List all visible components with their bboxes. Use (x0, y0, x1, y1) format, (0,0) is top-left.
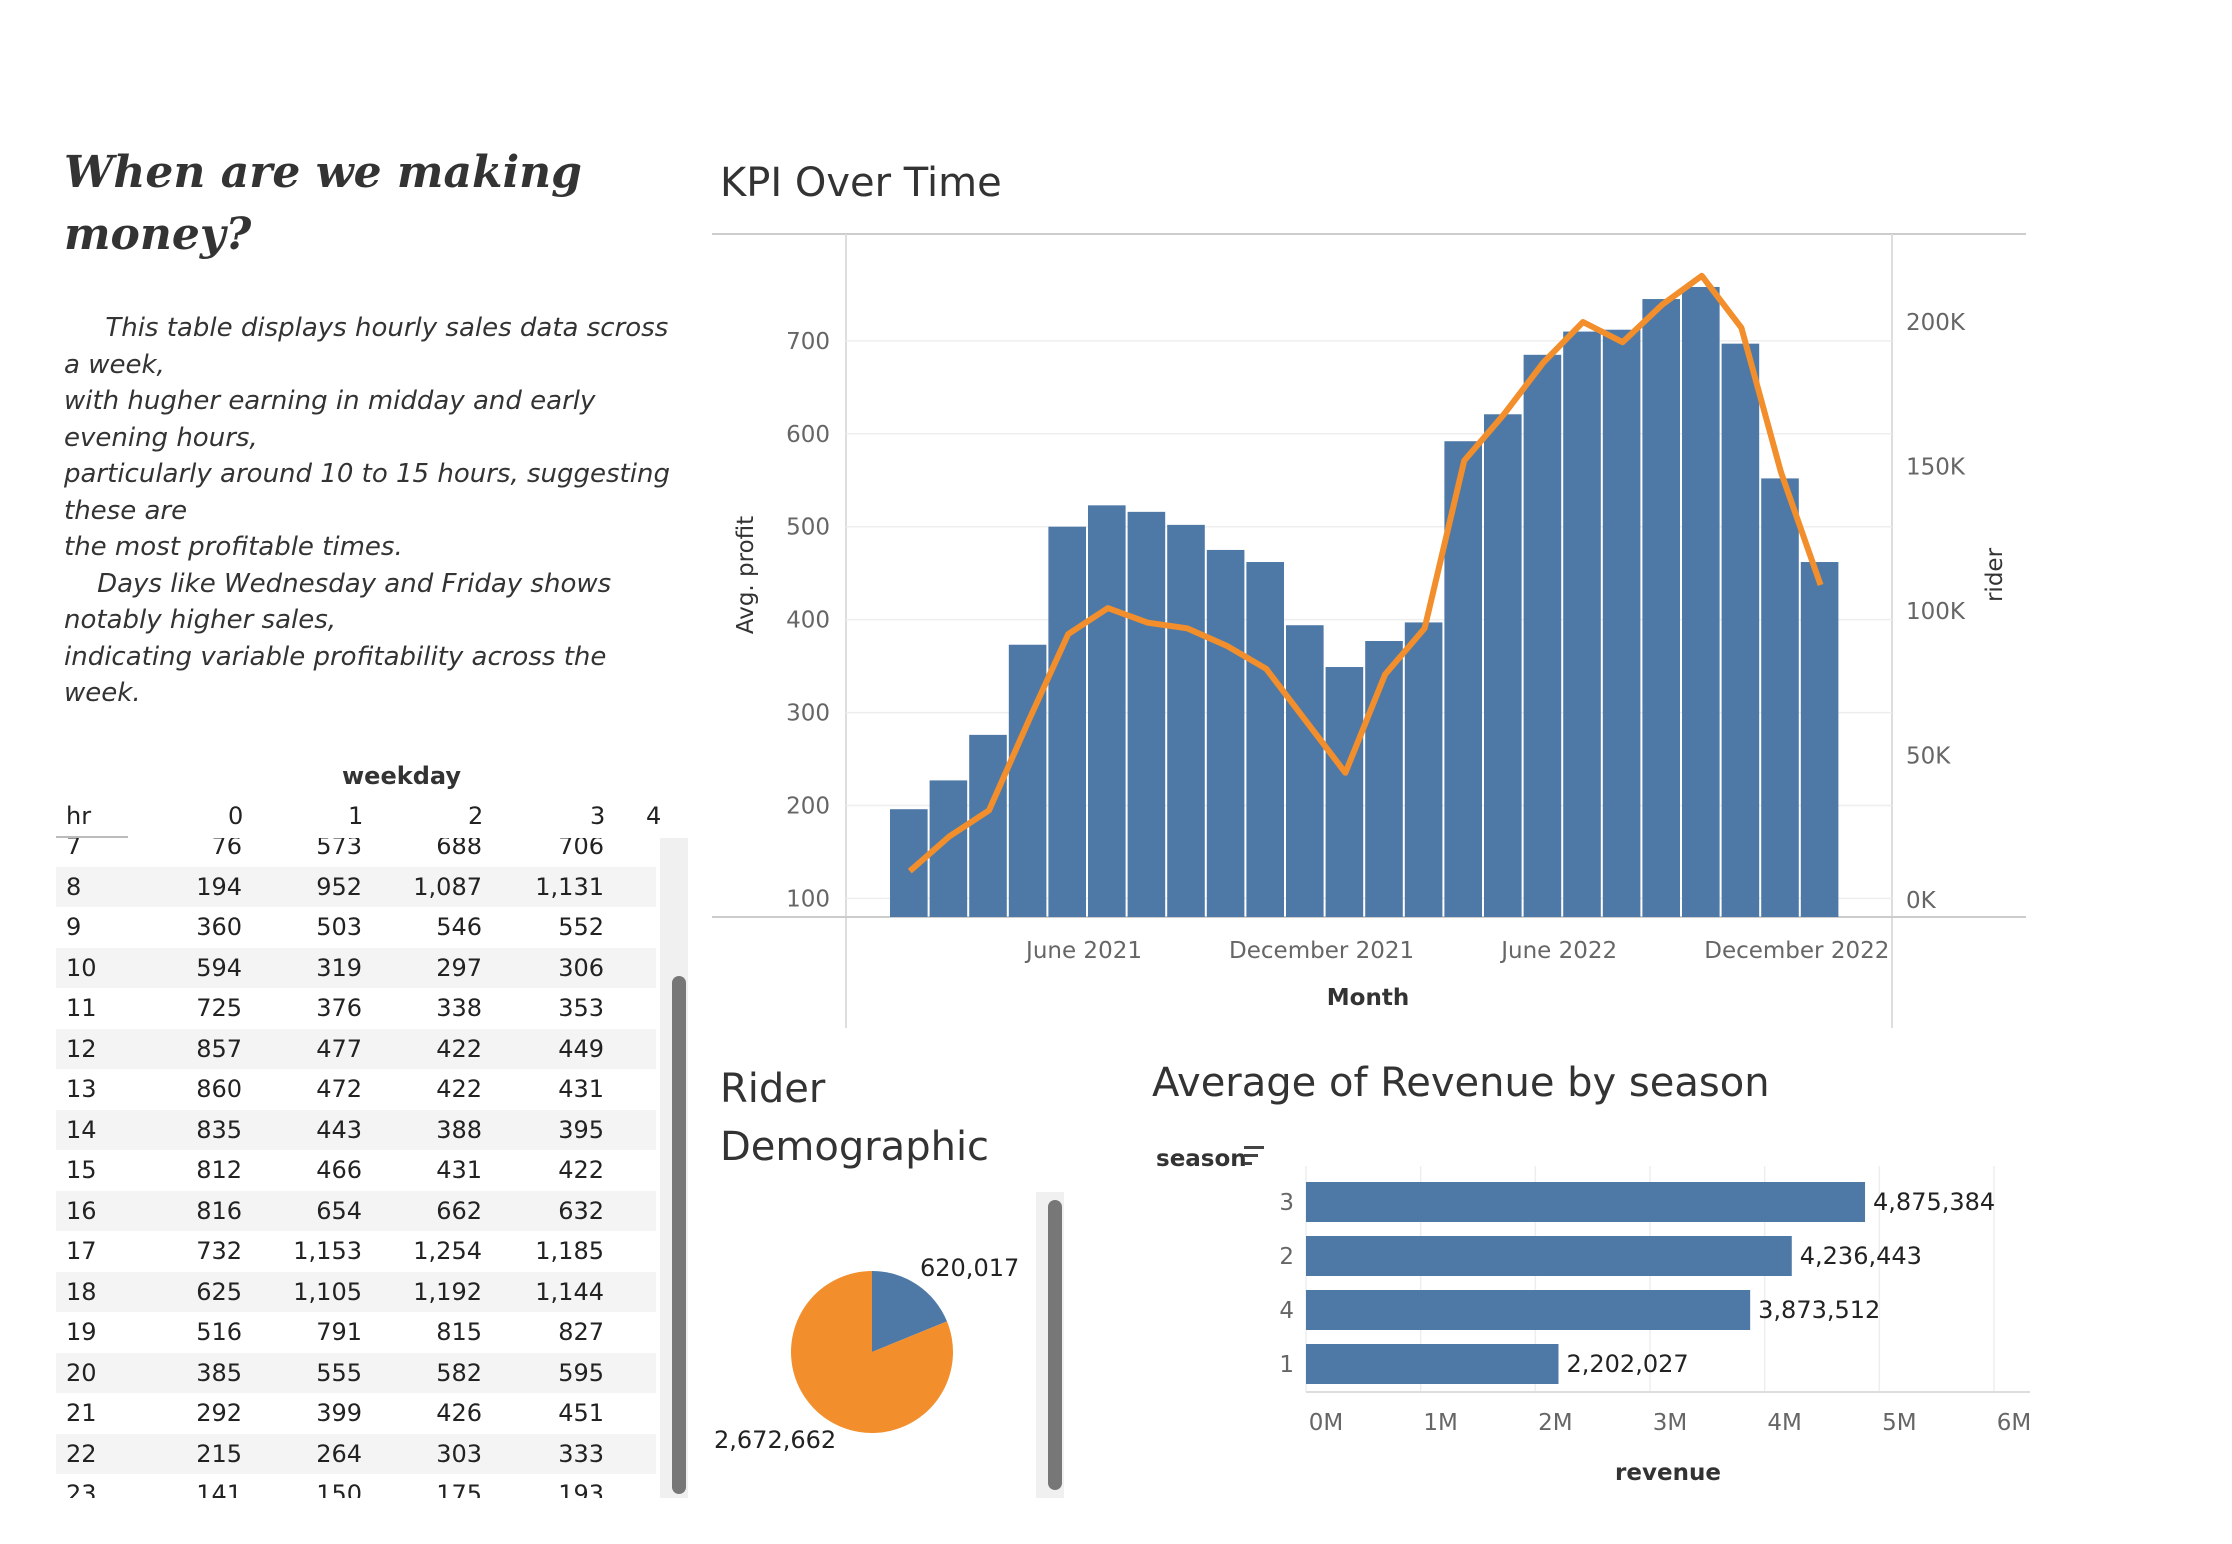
kpi-x-tick-label: June 2021 (1024, 938, 1142, 964)
kpi-bar (1602, 329, 1641, 918)
revenue-x-ticks: 0M 1M 2M 3M 4M 5M 6M (1309, 1410, 2031, 1436)
kpi-x-axis-title: Month (1327, 985, 1409, 1011)
revenue-category-label: 3 (1279, 1190, 1294, 1216)
kpi-bar (1761, 478, 1799, 917)
revenue-category-label: 1 (1279, 1352, 1294, 1378)
kpi-y-tick-label: 700 (786, 329, 830, 355)
revenue-by-season-chart: 3 2 4 1 4,875,384 4,236,443 3,873,512 2,202,02… (1156, 1146, 2031, 1486)
pie-label-blue: 620,017 (920, 1254, 1019, 1282)
kpi-bar (1325, 667, 1364, 917)
kpi-x-ticks: June 2021 December 2021 June 2022 December … (1024, 938, 1889, 964)
kpi-bar (1127, 511, 1166, 917)
revenue-x-tick-label: 3M (1653, 1410, 1687, 1436)
kpi-bar (1563, 331, 1601, 918)
kpi-bar (1404, 622, 1443, 917)
kpi-bar (1642, 299, 1680, 917)
revenue-value-label: 3,873,512 (1758, 1296, 1880, 1324)
kpi-y-tick-label: 600 (786, 422, 830, 448)
kpi-y2-tick-label: 100K (1906, 599, 1966, 625)
kpi-bar (1682, 286, 1720, 917)
kpi-bars (890, 286, 1839, 918)
kpi-bar (1800, 562, 1839, 917)
sort-icon[interactable] (1244, 1146, 1264, 1165)
pie-label-orange: 2,672,662 (714, 1426, 836, 1454)
revenue-bar (1306, 1344, 1559, 1384)
kpi-bar (1484, 414, 1522, 917)
kpi-y-ticks: 100 200 300 400 500 600 700 (786, 329, 830, 913)
kpi-bar (969, 734, 1007, 917)
kpi-y-axis-title: Avg. profit (733, 516, 759, 634)
kpi-y2-tick-label: 0K (1906, 888, 1937, 914)
revenue-chart-title: Average of Revenue by season (1152, 1060, 1770, 1106)
charts-canvas: 100200300400500600700 0K50K100K150K200K … (712, 233, 2031, 1486)
kpi-bar (1167, 524, 1205, 917)
revenue-x-axis-title: revenue (1615, 1460, 1721, 1486)
kpi-chart: 100200300400500600700 0K50K100K150K200K … (712, 233, 2026, 1028)
revenue-value-label: 4,875,384 (1873, 1188, 1995, 1216)
revenue-x-tick-label: 4M (1767, 1410, 1801, 1436)
revenue-category-label: 2 (1279, 1244, 1294, 1270)
kpi-y-tick-label: 300 (786, 701, 830, 727)
kpi-bar (1088, 505, 1126, 917)
kpi-y2-tick-label: 50K (1906, 744, 1951, 770)
kpi-bar (1246, 562, 1284, 917)
kpi-y-tick-label: 500 (786, 515, 830, 541)
revenue-x-tick-label: 5M (1882, 1410, 1916, 1436)
kpi-x-tick-label: June 2022 (1499, 938, 1617, 964)
kpi-y-tick-label: 200 (786, 793, 830, 819)
revenue-season-header: season (1156, 1146, 1247, 1172)
kpi-y2-tick-label: 150K (1906, 455, 1966, 481)
kpi-y-tick-label: 400 (786, 608, 830, 634)
pie-chart-title: Rider Demographic (720, 1066, 990, 1170)
revenue-bar (1306, 1236, 1792, 1276)
revenue-x-tick-label: 0M (1309, 1410, 1343, 1436)
kpi-bar (1721, 343, 1760, 917)
revenue-bar (1306, 1182, 1866, 1222)
kpi-x-tick-label: December 2021 (1229, 938, 1414, 964)
revenue-x-tick-label: 1M (1423, 1410, 1457, 1436)
kpi-y-tick-label: 100 (786, 886, 830, 912)
kpi-bar (1048, 526, 1086, 917)
kpi-bar (1206, 549, 1245, 917)
kpi-y2-tick-label: 200K (1906, 310, 1966, 336)
kpi-x-tick-label: December 2022 (1704, 938, 1889, 964)
revenue-value-label: 2,202,027 (1566, 1350, 1688, 1378)
revenue-category-labels: 3 2 4 1 (1279, 1190, 1294, 1378)
kpi-bar (1008, 644, 1047, 917)
rider-demographic-pie (791, 1271, 954, 1433)
kpi-bar (1286, 625, 1324, 917)
kpi-bar (1523, 354, 1562, 917)
revenue-x-tick-label: 6M (1997, 1410, 2031, 1436)
revenue-x-tick-label: 2M (1538, 1410, 1572, 1436)
revenue-value-label: 4,236,443 (1800, 1242, 1922, 1270)
kpi-y2-ticks: 0K 50K 100K 150K 200K (1906, 310, 1966, 914)
revenue-category-label: 4 (1279, 1298, 1294, 1324)
pie-scrollbar-thumb[interactable] (1048, 1200, 1062, 1490)
revenue-bar (1306, 1290, 1751, 1330)
kpi-y2-axis-title: rider (1982, 547, 2008, 602)
